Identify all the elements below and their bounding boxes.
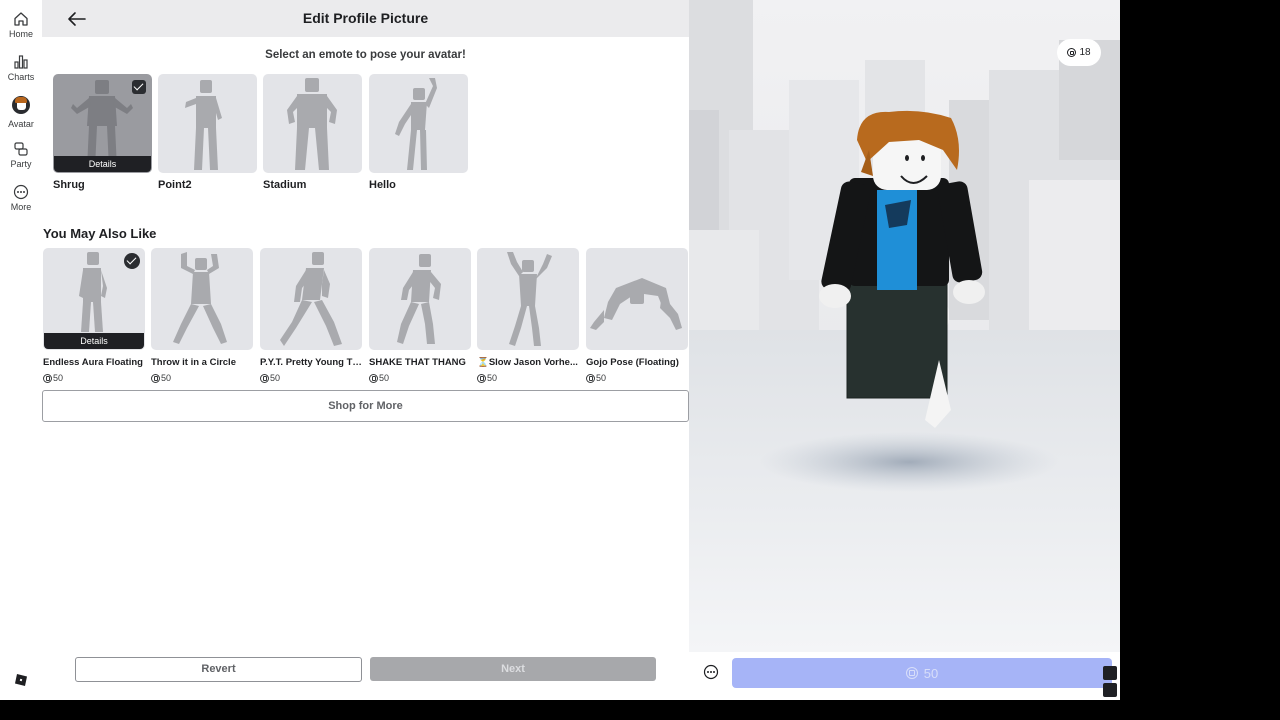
next-button[interactable]: Next [370, 657, 656, 681]
rec-price: 50 [151, 373, 253, 383]
chat-icon[interactable] [703, 664, 719, 680]
price-value: 50 [270, 373, 281, 383]
camera-icon[interactable] [1103, 683, 1117, 697]
rec-item[interactable]: SHAKE THAT THANG 50 [369, 248, 471, 383]
circle-dance-figure-icon [173, 252, 227, 344]
rec-name: SHAKE THAT THANG [369, 357, 466, 368]
rec-item[interactable]: P.Y.T. Pretty Young Th... 50 [260, 248, 362, 383]
emote-point2[interactable]: Point2 [158, 74, 257, 191]
nav-more-label: More [10, 202, 32, 212]
nav-home-label: Home [8, 29, 33, 39]
rec-price: 50 [260, 373, 362, 383]
revert-button[interactable]: Revert [75, 657, 362, 682]
emote-thumbnail[interactable] [369, 74, 468, 173]
rec-name: Gojo Pose (Floating) [586, 357, 679, 368]
robux-icon [369, 373, 378, 383]
left-nav-rail: Home Charts Avatar Party More [0, 0, 42, 700]
point-figure-icon [185, 80, 222, 170]
roblox-logo-icon[interactable] [14, 673, 28, 687]
price-value: 50 [53, 373, 64, 383]
home-icon [14, 12, 28, 26]
price-value: 50 [379, 373, 390, 383]
gojo-figure-icon [590, 278, 682, 330]
buy-price: 50 [923, 665, 939, 681]
party-icon [14, 142, 28, 156]
rec-thumbnail[interactable] [260, 248, 362, 350]
robux-icon [260, 373, 269, 383]
nav-home[interactable]: Home [0, 11, 42, 39]
robux-icon [905, 667, 918, 679]
rec-item[interactable]: Details Endless Aura Floating 50 [43, 248, 145, 383]
rec-thumbnail[interactable] [369, 248, 471, 350]
rec-price: 50 [43, 373, 145, 383]
rec-thumbnail[interactable] [586, 248, 688, 350]
pyt-figure-icon [280, 252, 342, 346]
rec-name: Throw it in a Circle [151, 357, 236, 368]
robux-icon [43, 373, 52, 383]
shop-for-more-button[interactable]: Shop for More [42, 390, 689, 422]
shake-figure-icon [397, 254, 441, 344]
nav-charts-label: Charts [7, 72, 35, 82]
nav-party-label: Party [10, 159, 32, 169]
emote-shrug[interactable]: Details Shrug [53, 74, 152, 191]
rec-item[interactable]: Gojo Pose (Floating) 50 [586, 248, 688, 383]
buy-button[interactable]: 50 [732, 658, 1112, 688]
price-value: 50 [596, 373, 607, 383]
rec-item[interactable]: Throw it in a Circle 50 [151, 248, 253, 383]
emote-hello[interactable]: Hello [369, 74, 468, 191]
rec-item[interactable]: ⏳Slow Jason Vorhe... 50 [477, 248, 579, 383]
selected-checkbox-icon [132, 80, 146, 94]
stadium-figure-icon [287, 78, 337, 170]
details-button[interactable]: Details [54, 156, 151, 172]
rec-thumbnail[interactable]: Details [43, 248, 145, 350]
balance-value: 18 [1079, 47, 1091, 58]
nav-more[interactable]: More [0, 184, 42, 212]
nav-avatar-label: Avatar [8, 119, 34, 129]
page-header: Edit Profile Picture [42, 0, 689, 37]
charts-icon [14, 55, 28, 69]
robux-icon [1067, 48, 1077, 57]
more-icon [13, 184, 29, 200]
robux-icon [586, 373, 595, 383]
nav-party[interactable]: Party [0, 141, 42, 169]
emote-thumbnail[interactable] [158, 74, 257, 173]
emote-stadium[interactable]: Stadium [263, 74, 362, 191]
recommendations-title: You May Also Like [43, 226, 157, 241]
rec-price: 50 [477, 373, 579, 383]
details-button[interactable]: Details [44, 333, 144, 349]
rec-thumbnail[interactable] [477, 248, 579, 350]
emote-name: Point2 [158, 179, 192, 191]
emote-thumbnail[interactable]: Details [53, 74, 152, 173]
avatar-preview[interactable] [689, 0, 1120, 652]
emote-prompt: Select an emote to pose your avatar! [265, 49, 466, 61]
selected-check-icon [124, 253, 140, 269]
nav-charts[interactable]: Charts [0, 54, 42, 82]
app-window: Home Charts Avatar Party More Edit Profi… [0, 0, 1120, 700]
rec-thumbnail[interactable] [151, 248, 253, 350]
nav-avatar[interactable]: Avatar [0, 96, 42, 129]
emote-name: Shrug [53, 179, 85, 191]
page-title: Edit Profile Picture [302, 10, 429, 26]
emote-name: Stadium [263, 179, 307, 191]
rec-price: 50 [586, 373, 688, 383]
avatar-scene-illustration [689, 0, 1120, 652]
price-value: 50 [161, 373, 172, 383]
avatar-icon [12, 96, 30, 114]
robux-balance[interactable]: 18 [1057, 39, 1101, 66]
price-value: 50 [487, 373, 498, 383]
rec-name: Endless Aura Floating [43, 357, 143, 368]
rec-price: 50 [369, 373, 471, 383]
robux-icon [477, 373, 486, 383]
rec-name: ⏳Slow Jason Vorhe... [477, 357, 578, 368]
rec-name: P.Y.T. Pretty Young Th... [260, 357, 362, 368]
microphone-icon[interactable] [1103, 666, 1117, 680]
emote-thumbnail[interactable] [263, 74, 362, 173]
jason-figure-icon [507, 252, 552, 346]
emote-name: Hello [369, 179, 396, 191]
hello-figure-icon [395, 78, 437, 170]
robux-icon [151, 373, 160, 383]
